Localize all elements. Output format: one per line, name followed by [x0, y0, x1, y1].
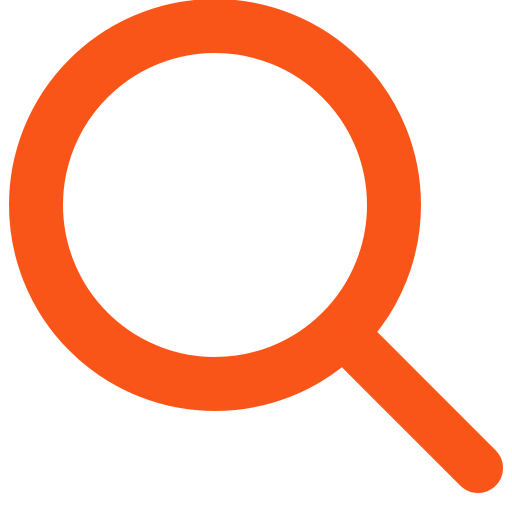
search-icon-container	[0, 0, 512, 512]
search-icon	[9, 0, 503, 493]
search-icon-handle	[335, 325, 503, 493]
search-icon-lens	[9, 0, 421, 411]
